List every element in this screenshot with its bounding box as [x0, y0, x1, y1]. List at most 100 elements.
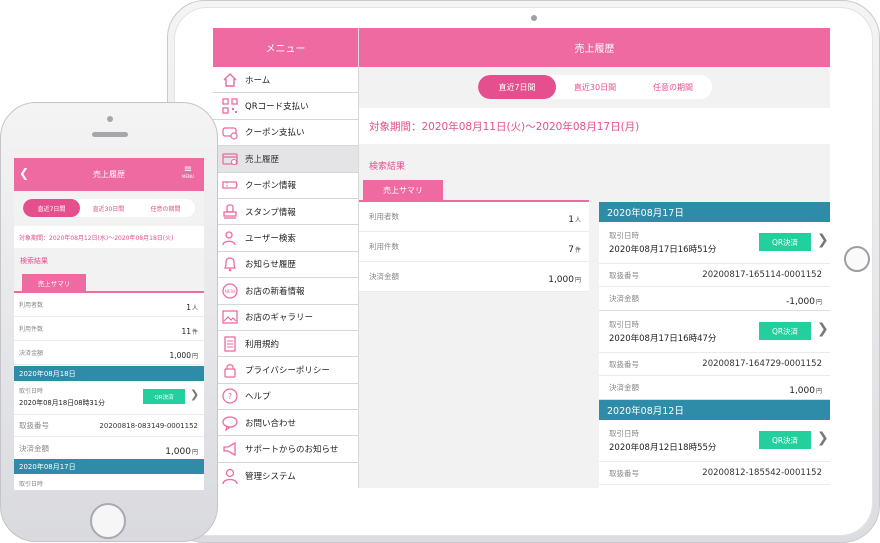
summary-label: 利用件数 — [19, 326, 44, 333]
sales-summary: 利用者数 1人 利用件数 11件 決済金額 1,000円 — [14, 291, 204, 366]
sales-summary: 利用者数 1人利用件数 7件決済金額 1,000円 — [359, 200, 589, 292]
amount-value: 1,000 — [789, 386, 815, 396]
transaction-card[interactable]: 取引日時 2020年08月17日16時47分 QR決済 ❯ 取扱番号 20200817-1… — [599, 311, 830, 400]
chevron-right-icon[interactable]: ❯ — [817, 232, 829, 248]
sidebar-item[interactable]: ユーザー検索 — [213, 225, 358, 252]
sidebar-item-label: サポートからのお知らせ — [245, 445, 339, 456]
sidebar-item[interactable]: QRコード支払い — [213, 93, 358, 120]
date-header: 2020年08月18日 — [14, 366, 204, 381]
tablet-sidebar: メニュー ホーム QRコード支払い クーポン支払い 売上履歴 クーポン情報 スタンプ情報ユ… — [213, 28, 359, 488]
sidebar-item[interactable]: ? ヘルプ — [213, 383, 358, 411]
date-header: 2020年08月17日 — [599, 202, 830, 222]
sidebar-item[interactable]: お問い合わせ — [213, 410, 358, 437]
summary-label: 利用者数 — [19, 302, 44, 309]
summary-value-group: 7件 — [568, 237, 581, 256]
chevron-right-icon[interactable]: ❯ — [817, 321, 829, 337]
tab-last-30-days[interactable]: 直近30日間 — [556, 75, 634, 99]
summary-label: 利用者数 — [369, 212, 399, 221]
page-title: 売上履歴 — [359, 28, 830, 67]
lock-icon — [221, 361, 239, 379]
sidebar-item[interactable]: NEW お店の新着情報 — [213, 278, 358, 305]
summary-value-group: 1,000円 — [170, 343, 199, 362]
period-range: 対象期間：2020年08月12日(水)〜2020年08月18日(火) — [14, 226, 204, 248]
tab-last-7-days[interactable]: 直近7日間 — [23, 199, 80, 217]
transaction-id-label: 取扱番号 — [609, 468, 639, 478]
sidebar-item[interactable]: お店のギャラリー — [213, 304, 358, 331]
amount-unit: 円 — [815, 388, 822, 395]
transaction-amount-row: 決済金額 -1,000円 — [599, 287, 830, 310]
document-icon — [221, 335, 239, 353]
period-range: 対象期間：2020年08月11日(火)〜2020年08月17日(月) — [359, 108, 830, 144]
page-title: 売上履歴 — [93, 170, 125, 179]
sidebar-item-label: クーポン情報 — [245, 181, 297, 192]
summary-value-group: 1,000円 — [548, 267, 581, 286]
summary-unit: 件 — [191, 329, 198, 336]
transaction-id-row: 取扱番号 20200812-185542-0001152 — [599, 462, 830, 485]
sidebar-item[interactable]: サポートからのお知らせ — [213, 436, 358, 463]
phone-camera — [107, 116, 113, 122]
sidebar-item-label: クーポン支払い — [245, 128, 305, 139]
sidebar-item[interactable]: 売上履歴 — [213, 146, 358, 173]
tab-custom-period[interactable]: 任意の期間 — [137, 199, 194, 217]
summary-value-group: 1人 — [568, 207, 581, 226]
summary-value: 7 — [568, 245, 574, 255]
sidebar-item[interactable]: 管理システム — [213, 462, 358, 488]
product-mockup: メニュー ホーム QRコード支払い クーポン支払い 売上履歴 クーポン情報 スタンプ情報ユ… — [0, 0, 880, 543]
sidebar-item[interactable]: 利用規約 — [213, 330, 358, 358]
sidebar-item-label: ヘルプ — [245, 392, 271, 403]
qr-payment-badge: QR決済 — [759, 431, 811, 449]
summary-value: 1 — [568, 215, 574, 225]
transaction-id: 20200818-083149-0001152 — [99, 421, 198, 430]
menu-button[interactable]: ≡ MENU — [179, 165, 197, 180]
sidebar-item-label: 管理システム — [245, 471, 296, 482]
summary-value: 11 — [181, 327, 191, 336]
summary-row: 利用者数 1人 — [359, 202, 589, 232]
summary-value: 1,000 — [548, 275, 574, 285]
phone-speaker — [92, 132, 128, 137]
transaction-card[interactable]: 取引日時 2020年08月12日18時55分 QR決済 ❯ 取扱番号 20200812-1… — [599, 420, 830, 488]
sidebar-item[interactable]: お知らせ履歴 — [213, 251, 358, 279]
tab-last-30-days[interactable]: 直近30日間 — [80, 199, 137, 217]
summary-label: 利用件数 — [369, 242, 399, 251]
sidebar-item[interactable]: プライバシーポリシー — [213, 357, 358, 384]
search-results-heading: 検索結果 — [369, 162, 406, 172]
tab-custom-period[interactable]: 任意の期間 — [634, 75, 712, 99]
transaction-id-label: 取扱番号 — [19, 421, 49, 430]
sidebar-item-label: スタンプ情報 — [245, 207, 296, 218]
amount-unit: 円 — [815, 299, 822, 306]
transaction-amount-row: 決済金額 1,000円 — [599, 376, 830, 399]
gallery-icon — [221, 308, 239, 326]
back-chevron-icon[interactable]: ❮ — [19, 166, 29, 180]
chevron-right-icon[interactable]: ❯ — [817, 430, 829, 446]
sidebar-item-label: プライバシーポリシー — [245, 365, 330, 376]
summary-label: 決済金額 — [369, 272, 399, 281]
sidebar-item[interactable]: クーポン情報 — [213, 172, 358, 199]
transaction-card[interactable]: 取引日時 — [14, 474, 204, 490]
sidebar-item[interactable]: クーポン支払い — [213, 119, 358, 147]
summary-unit: 円 — [191, 353, 198, 360]
megaphone-icon — [221, 440, 239, 458]
tab-last-7-days[interactable]: 直近7日間 — [478, 75, 556, 99]
date-header: 2020年08月17日 — [14, 459, 204, 474]
help-icon: ? — [221, 387, 239, 405]
summary-tab[interactable]: 売上サマリ — [363, 180, 443, 200]
datetime-label: 取引日時 — [19, 481, 44, 488]
home-icon — [221, 71, 239, 89]
phone-header: ❮ 売上履歴 ≡ MENU — [14, 158, 204, 191]
sidebar-item[interactable]: ホーム — [213, 67, 358, 94]
summary-value: 1,000 — [169, 351, 191, 360]
sidebar-item-label: お知らせ履歴 — [245, 260, 296, 271]
sidebar-item[interactable]: スタンプ情報 — [213, 198, 358, 226]
transaction-id-row: 取扱番号 20200818-083149-0001152 — [14, 415, 204, 437]
amount-value: -1,000 — [785, 297, 815, 307]
phone-home-button — [90, 503, 126, 539]
summary-value-group: 11件 — [181, 319, 198, 338]
summary-row: 利用件数 11件 — [14, 317, 204, 341]
sidebar-item-label: ホーム — [245, 75, 271, 86]
transaction-card[interactable]: 取引日時 2020年08月18日08時31分 QR決済 ❯ 取扱番号 20200818-0… — [14, 381, 204, 459]
chevron-right-icon[interactable]: ❯ — [190, 388, 199, 401]
summary-tab[interactable]: 売上サマリ — [22, 274, 86, 291]
qr-code-icon — [221, 97, 239, 115]
sales-history-icon — [221, 150, 239, 168]
transaction-card[interactable]: 取引日時 2020年08月17日16時51分 QR決済 ❯ 取扱番号 20200817-1… — [599, 222, 830, 311]
